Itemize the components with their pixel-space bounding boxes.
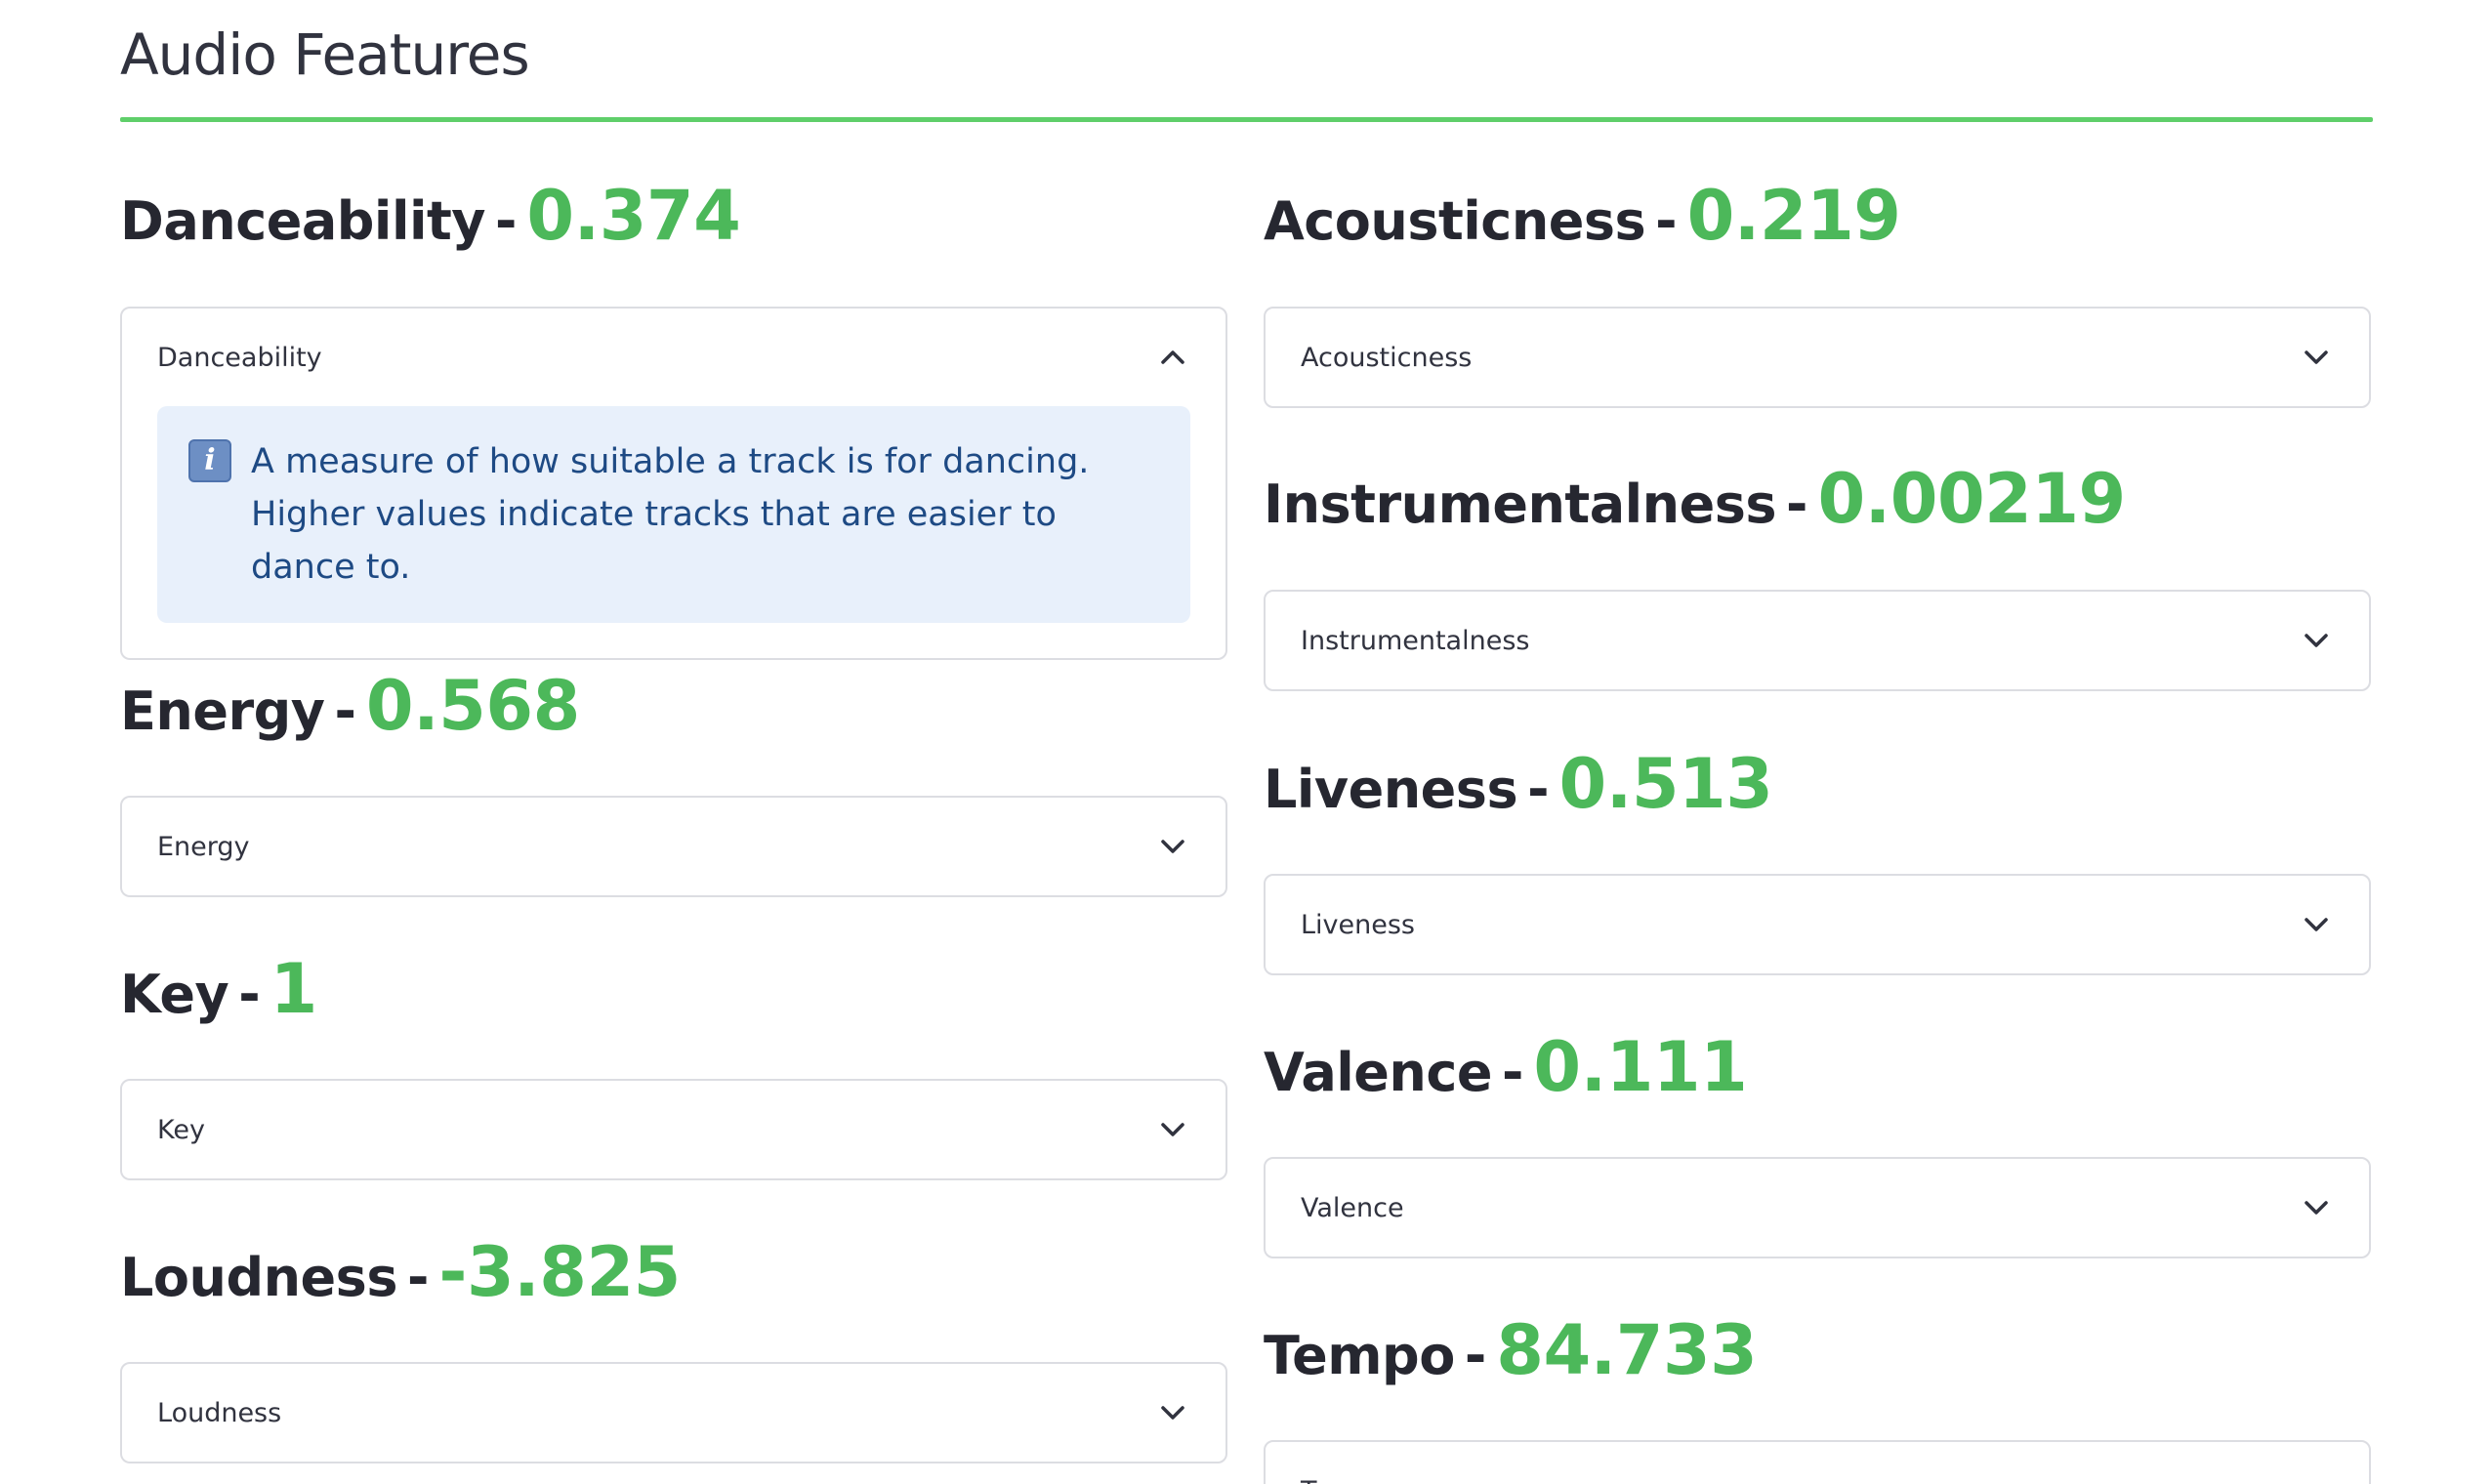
feature-heading-loudness: Loudness - -3.825 [120, 1238, 681, 1306]
info-text: A measure of how suitable a track is for… [251, 442, 1090, 587]
feature-separator: - [1464, 1325, 1487, 1386]
feature-separator: - [1502, 1042, 1524, 1103]
expander-label: Energy [157, 831, 250, 862]
feature-separator: - [1786, 474, 1808, 535]
feature-name: Liveness [1264, 759, 1518, 820]
expander-header-liveness[interactable]: Liveness [1266, 876, 2369, 973]
expander-tempo: Tempo [1264, 1440, 2371, 1484]
feature-value: 0.00219 [1817, 459, 2126, 539]
chevron-down-icon [1155, 1395, 1190, 1430]
chevron-down-icon [1155, 1112, 1190, 1147]
feature-heading-key: Key -1 [120, 955, 317, 1023]
expander-instrumentalness: Instrumentalness [1264, 590, 2371, 691]
feature-name: Tempo [1264, 1325, 1455, 1386]
feature-heading-tempo: Tempo -84.733 [1264, 1316, 1758, 1386]
expander-label: Tempo [1301, 1476, 1387, 1484]
expander-label: Key [157, 1114, 205, 1145]
chevron-up-icon [1155, 340, 1190, 375]
expander-label: Acousticness [1301, 342, 1473, 373]
feature-separator: - [334, 680, 356, 742]
expander-liveness: Liveness [1264, 874, 2371, 975]
chevron-down-icon [2299, 623, 2334, 658]
feature-separator: - [494, 190, 518, 252]
expander-acousticness: Acousticness [1264, 307, 2371, 408]
expander-label: Instrumentalness [1301, 625, 1530, 656]
expander-header-instrumentalness[interactable]: Instrumentalness [1266, 592, 2369, 689]
expander-header-valence[interactable]: Valence [1266, 1159, 2369, 1257]
expander-header-danceability[interactable]: Danceability [122, 309, 1225, 406]
chevron-down-icon [1155, 829, 1190, 864]
section-divider [120, 117, 2373, 122]
feature-name: Danceability [120, 190, 485, 252]
chevron-down-icon [2299, 907, 2334, 942]
feature-value: 0.513 [1558, 744, 1773, 824]
expander-label: Loudness [157, 1397, 282, 1428]
expander-body-danceability: i A measure of how suitable a track is f… [122, 406, 1225, 658]
expander-label: Liveness [1301, 909, 1415, 940]
chevron-down-icon [2299, 340, 2334, 375]
expander-label: Valence [1301, 1192, 1404, 1223]
expander-key: Key [120, 1079, 1227, 1180]
feature-value: 0.111 [1533, 1027, 1748, 1107]
feature-name: Loudness [120, 1247, 397, 1308]
expander-label: Danceability [157, 342, 322, 373]
feature-value: 0.374 [526, 176, 741, 256]
info-icon: i [188, 439, 231, 482]
feature-name: Valence [1264, 1042, 1493, 1103]
expander-energy: Energy [120, 796, 1227, 897]
section-title: Audio Features [120, 21, 530, 88]
feature-value: 0.568 [365, 666, 580, 746]
expander-loudness: Loudness [120, 1362, 1227, 1463]
chevron-down-icon [2299, 1190, 2334, 1225]
feature-separator: - [1527, 759, 1550, 820]
feature-name: Energy [120, 680, 325, 742]
feature-heading-energy: Energy -0.568 [120, 672, 580, 740]
feature-name: Acousticness [1264, 190, 1646, 252]
info-alert: i A measure of how suitable a track is f… [157, 406, 1190, 623]
expander-header-loudness[interactable]: Loudness [122, 1364, 1225, 1462]
chevron-down-icon [2299, 1473, 2334, 1484]
expander-header-key[interactable]: Key [122, 1081, 1225, 1178]
expander-header-tempo[interactable]: Tempo [1266, 1442, 2369, 1484]
feature-value: -3.825 [438, 1232, 681, 1312]
feature-name: Instrumentalness [1264, 474, 1777, 535]
expander-danceability: Danceability i A measure of how suitable… [120, 307, 1227, 660]
feature-separator: - [406, 1247, 430, 1308]
expander-valence: Valence [1264, 1157, 2371, 1258]
feature-value: 0.219 [1686, 176, 1901, 256]
feature-heading-instrumentalness: Instrumentalness -0.00219 [1264, 465, 2126, 533]
feature-heading-liveness: Liveness -0.513 [1264, 750, 1773, 820]
feature-value: 1 [270, 949, 318, 1029]
audio-features-page: Audio Features Danceability -0.374 Dancea… [0, 0, 2492, 1484]
feature-value: 84.733 [1496, 1310, 1758, 1390]
expander-header-acousticness[interactable]: Acousticness [1266, 309, 2369, 406]
feature-separator: - [238, 964, 261, 1025]
feature-name: Key [120, 964, 229, 1025]
expander-header-energy[interactable]: Energy [122, 798, 1225, 895]
feature-separator: - [1655, 190, 1678, 252]
feature-heading-acousticness: Acousticness -0.219 [1264, 182, 1901, 250]
feature-heading-danceability: Danceability -0.374 [120, 182, 741, 252]
feature-heading-valence: Valence -0.111 [1264, 1033, 1748, 1103]
